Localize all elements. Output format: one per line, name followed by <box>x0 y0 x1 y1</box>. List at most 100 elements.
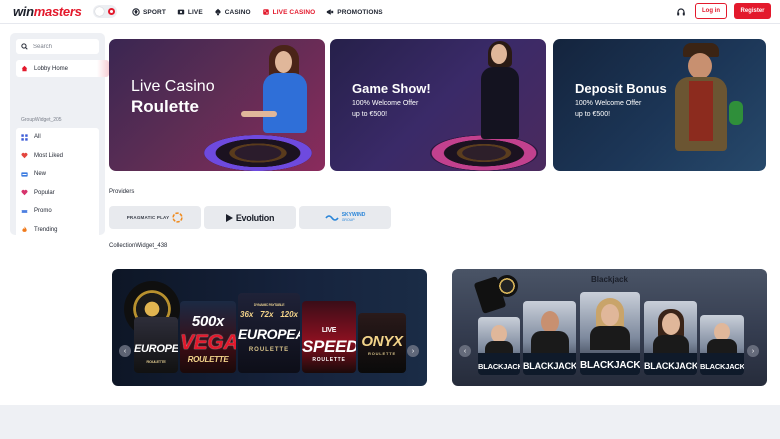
pragmatic-play-logo-icon <box>172 212 183 223</box>
headset-icon[interactable] <box>676 7 686 17</box>
nav-casino[interactable]: CASINO <box>214 8 251 16</box>
group-widget-label: GroupWidget_205 <box>21 117 62 123</box>
dealer-image <box>241 39 325 149</box>
game-card-live-tag: LIVE <box>321 327 337 334</box>
new-icon <box>21 172 28 177</box>
home-icon <box>21 65 28 72</box>
chevron-left-icon: ‹ <box>123 347 127 355</box>
game-card-title: SPEED <box>302 337 356 356</box>
roulette-collection-banner[interactable]: EUROPEAN ROULETTE 500x VEGA ROULETTE DYN… <box>112 269 427 386</box>
game-card-subtitle: ROULETTE <box>368 351 396 356</box>
game-card-blackjack-4[interactable]: BLACKJACK <box>644 301 697 375</box>
banner-offer-line2: up to €500! <box>575 111 611 118</box>
game-card-title: BLACKJACK <box>478 362 520 371</box>
nav-live-casino-label: LIVE CASINO <box>272 8 316 16</box>
promotions-icon <box>327 9 334 15</box>
multiplier-badges: 36x 72x 120x <box>240 310 298 319</box>
game-card-european-roulette-dynamic[interactable]: DYNAMIC PAYTABLE 36x 72x 120x EUROPEAN R… <box>238 293 300 373</box>
game-card-european-roulette[interactable]: EUROPEAN ROULETTE <box>134 317 178 373</box>
skywind-wordmark: SKYWIND GROUP <box>342 212 366 223</box>
game-card-blackjack-1[interactable]: BLACKJACK <box>478 317 520 375</box>
nav-live-casino[interactable]: LIVE CASINO <box>262 8 316 16</box>
banner-game-show[interactable]: Game Show! 100% Welcome Offer up to €500… <box>330 39 546 171</box>
logo-part-win: win <box>13 4 34 19</box>
provider-name: Evolution <box>235 212 275 223</box>
chevron-right-icon: › <box>751 347 755 355</box>
game-card-blackjack-3[interactable]: BLACKJACK <box>580 292 640 375</box>
search-input[interactable] <box>33 43 93 50</box>
sidebar-item-promo[interactable]: Promo <box>16 202 99 221</box>
game-card-blackjack-5[interactable]: BLACKJACK <box>700 315 744 375</box>
carousel-next-button[interactable]: › <box>407 345 419 357</box>
provider-evolution[interactable]: Evolution <box>204 206 296 229</box>
search-icon <box>21 43 28 50</box>
nav-casino-label: CASINO <box>224 8 251 16</box>
sidebar-item-all[interactable]: All <box>16 128 99 147</box>
game-card-title: VEGA <box>180 331 236 354</box>
popular-icon <box>21 190 28 196</box>
game-card-subtitle: ROULETTE <box>312 357 346 363</box>
nav-promotions[interactable]: PROMOTIONS <box>326 8 383 16</box>
banner-offer-line1: 100% Welcome Offer <box>352 100 419 107</box>
live-icon <box>177 9 185 15</box>
banner-title-line2: Roulette <box>131 97 199 116</box>
carousel-prev-button[interactable]: ‹ <box>119 345 131 357</box>
register-button[interactable]: Register <box>734 3 771 19</box>
game-card-onyx-roulette[interactable]: ONYX ROULETTE <box>358 313 406 373</box>
game-card-tagline: DYNAMIC PAYTABLE <box>253 303 285 307</box>
banner-live-casino-roulette[interactable]: Live Casino Roulette <box>109 39 325 171</box>
nav-promotions-label: PROMOTIONS <box>337 8 383 16</box>
sidebar-item-label: All <box>34 134 41 141</box>
game-card-title: BLACKJACK <box>580 360 640 371</box>
skywind-logo-icon <box>325 214 339 221</box>
sidebar: Lobby Home GroupWidget_205 All Most Like… <box>10 33 109 238</box>
banner-deposit-bonus[interactable]: Deposit Bonus 100% Welcome Offer up to €… <box>553 39 766 171</box>
banner-subtitle: 100% Welcome Offer up to €500! <box>575 98 641 120</box>
sidebar-item-label: Most Liked <box>34 152 64 159</box>
moon-icon <box>95 7 104 16</box>
game-card-vega-roulette[interactable]: 500x VEGA ROULETTE <box>180 301 236 373</box>
game-card-speed-roulette[interactable]: LIVE SPEED ROULETTE <box>302 301 356 373</box>
multiplier-badge: 120x <box>280 310 298 319</box>
nav-sport-label: SPORT <box>143 8 166 16</box>
explorer-image <box>669 41 749 169</box>
game-card-subtitle: ROULETTE <box>187 355 229 364</box>
sidebar-item-new[interactable]: New <box>16 165 99 184</box>
banner-title: Game Show! <box>352 81 431 96</box>
sidebar-item-popular[interactable]: Popular <box>16 184 99 203</box>
blackjack-collection-banner[interactable]: Blackjack BLACKJACK BLACKJACK BLACKJACK … <box>452 269 767 386</box>
sidebar-item-label: New <box>34 171 47 178</box>
game-card-title: EUROPEAN <box>238 326 300 342</box>
multiplier-badge: 72x <box>260 310 274 319</box>
game-card-blackjack-2[interactable]: BLACKJACK <box>523 301 576 375</box>
sidebar-item-lobby-home[interactable]: Lobby Home <box>16 60 109 77</box>
sidebar-item-most-liked[interactable]: Most Liked <box>16 147 99 166</box>
game-card-multiplier: 500x <box>191 313 225 330</box>
sidebar-item-trending[interactable]: Trending <box>16 221 99 240</box>
banner-title: Deposit Bonus <box>575 81 667 96</box>
game-card-subtitle: ROULETTE <box>146 359 166 364</box>
logo[interactable]: winmasters <box>13 4 82 19</box>
banner-title-line1: Live Casino <box>131 78 215 95</box>
search-box[interactable] <box>16 39 99 54</box>
carousel-next-button[interactable]: › <box>747 345 759 357</box>
provider-pragmatic-play[interactable]: PRAGMATIC PLAY <box>109 206 201 229</box>
casino-icon <box>215 8 221 16</box>
sidebar-item-label: Popular <box>34 189 55 196</box>
nav-sport[interactable]: SPORT <box>132 8 166 16</box>
chevron-left-icon: ‹ <box>463 347 467 355</box>
game-card-title: EUROPEAN <box>134 343 178 355</box>
carousel-prev-button[interactable]: ‹ <box>459 345 471 357</box>
footer <box>0 405 780 439</box>
provider-skywind[interactable]: SKYWIND GROUP <box>299 206 391 229</box>
main-nav: SPORT LIVE CASINO LIVE CASINO PROMOTIONS <box>132 0 383 24</box>
chevron-right-icon: › <box>411 347 415 355</box>
game-card-title: BLACKJACK <box>523 361 576 371</box>
sun-icon <box>108 8 115 15</box>
login-button[interactable]: Log in <box>695 3 727 19</box>
nav-live[interactable]: LIVE <box>177 8 203 16</box>
game-card-title: ONYX <box>361 333 403 350</box>
theme-toggle[interactable] <box>93 5 117 18</box>
promo-icon <box>21 209 28 213</box>
host-image <box>478 39 538 149</box>
